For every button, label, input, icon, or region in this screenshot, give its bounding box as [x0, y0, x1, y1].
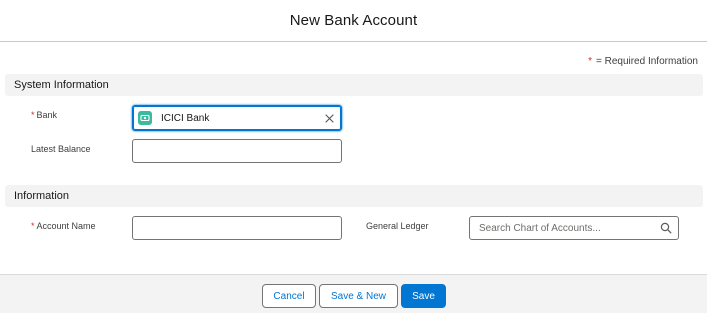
required-legend-text: = Required Information: [595, 56, 698, 67]
bank-selected-value: ICICI Bank: [161, 112, 210, 124]
section-system-information[interactable]: System Information: [5, 74, 703, 96]
general-ledger-search-input[interactable]: [479, 222, 659, 234]
required-star: *: [588, 56, 592, 67]
latest-balance-input[interactable]: [132, 139, 342, 163]
cancel-button[interactable]: Cancel: [262, 284, 316, 308]
bank-label: * Bank: [31, 110, 57, 120]
modal-footer: Cancel Save & New Save: [0, 274, 707, 313]
account-name-label: * Account Name: [31, 221, 96, 231]
required-star: *: [31, 110, 35, 120]
modal-header: New Bank Account: [0, 0, 707, 42]
bank-label-text: Bank: [36, 110, 58, 120]
close-icon[interactable]: [320, 109, 338, 127]
section-information[interactable]: Information: [5, 185, 703, 207]
section-title: System Information: [14, 79, 109, 91]
save-button[interactable]: Save: [401, 284, 446, 308]
modal-title: New Bank Account: [289, 12, 418, 29]
bank-account-icon: [138, 111, 152, 125]
account-name-input[interactable]: [132, 216, 342, 240]
latest-balance-label: Latest Balance: [31, 144, 91, 154]
required-legend: * = Required Information: [588, 56, 698, 67]
section-title: Information: [14, 190, 70, 202]
bank-lookup-field[interactable]: ICICI Bank: [132, 105, 342, 131]
save-and-new-button[interactable]: Save & New: [319, 284, 398, 308]
account-name-label-text: Account Name: [36, 221, 96, 231]
general-ledger-label: General Ledger: [366, 221, 429, 231]
required-star: *: [31, 221, 35, 231]
general-ledger-search[interactable]: [469, 216, 679, 240]
search-icon: [659, 221, 673, 235]
